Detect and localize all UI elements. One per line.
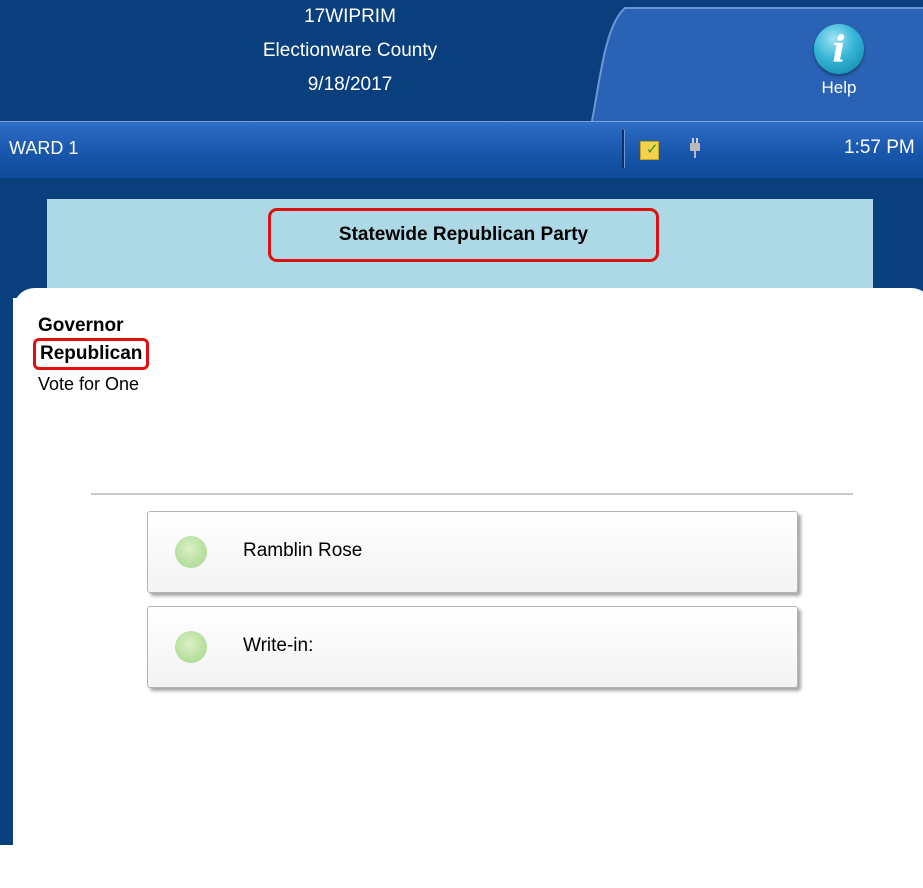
plug-icon — [690, 138, 700, 158]
election-date: 9/18/2017 — [307, 74, 393, 95]
status-divider — [622, 130, 624, 168]
info-icon[interactable]: i — [814, 24, 864, 74]
selection-dot-icon[interactable] — [175, 536, 207, 568]
ward-label: WARD 1 — [9, 138, 79, 158]
choice-ramblin-rose[interactable]: Ramblin Rose — [147, 511, 798, 593]
clock: 1:57 PM — [844, 137, 915, 158]
help-button[interactable]: i Help — [806, 24, 872, 114]
county-name: Electionware County — [262, 40, 438, 61]
choice-label: Write-in: — [243, 635, 314, 656]
contest-name: Governor — [38, 315, 124, 336]
separator — [91, 493, 853, 495]
election-code: 17WIPRIM — [304, 6, 396, 27]
election-info: 17WIPRIM Electionware County 9/18/2017 — [235, 0, 465, 102]
ballot-header: 17WIPRIM Electionware County 9/18/2017 i… — [0, 0, 923, 121]
note-check-icon — [640, 140, 659, 160]
selection-dot-icon[interactable] — [175, 631, 207, 663]
contest-panel: Governor Republican Vote for One Ramblin… — [13, 288, 923, 888]
party-heading: Statewide Republican Party — [268, 208, 659, 262]
help-label: Help — [821, 78, 857, 97]
choice-write-in[interactable]: Write-in: — [147, 606, 798, 688]
vote-instruction: Vote for One — [38, 374, 140, 394]
choice-label: Ramblin Rose — [243, 540, 363, 561]
contest-party: Republican — [33, 338, 150, 370]
status-bar: WARD 1 1:57 PM — [0, 121, 923, 179]
left-frame — [0, 178, 13, 845]
